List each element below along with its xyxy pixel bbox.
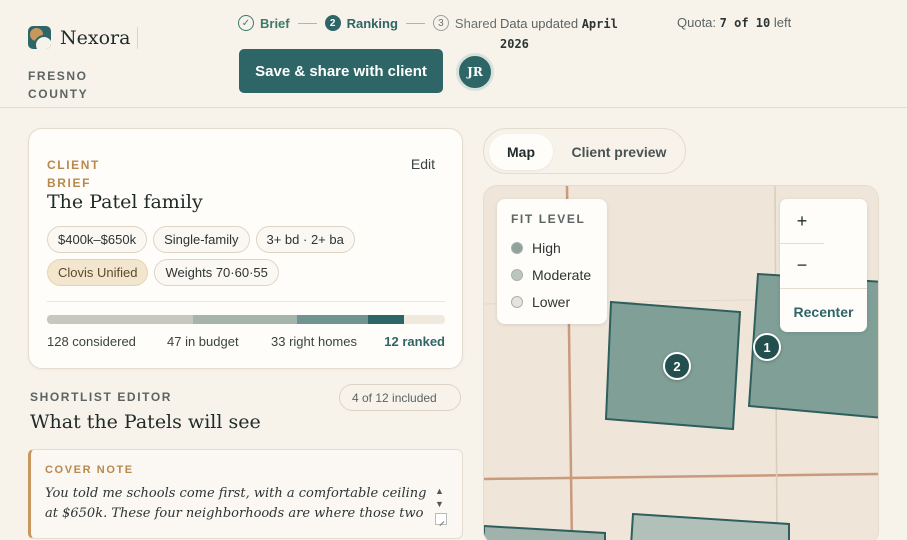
legend-label: Moderate <box>532 267 592 283</box>
step-number: 3 <box>432 15 449 31</box>
cover-note-card: COVER NOTE You told me schools come firs… <box>28 449 463 539</box>
legend-dot-icon <box>511 242 523 254</box>
chip-property-type: Single-family <box>153 226 250 253</box>
scroll-down-icon[interactable]: ▼ <box>435 499 444 509</box>
cover-note-eyebrow: COVER NOTE <box>45 464 134 476</box>
divider <box>780 288 867 289</box>
logo[interactable]: Nexora <box>28 26 130 49</box>
step-separator <box>405 22 425 24</box>
funnel-segment-in-budget <box>193 315 297 324</box>
top-header: Nexora FRESNO COUNTY ✓ Brief 2 Ranking 3… <box>0 0 907 108</box>
check-icon: ✓ <box>238 15 254 31</box>
quota-prefix: Quota: <box>677 15 717 30</box>
legend-item-lower: Lower <box>511 294 570 310</box>
data-updated-prefix: Data updated <box>500 16 579 31</box>
map-controls: + − Recenter <box>780 199 867 332</box>
chip-school-district: Clovis Unified <box>47 259 149 286</box>
funnel-segment-ranked <box>368 315 404 324</box>
region-label: FRESNO COUNTY <box>28 69 89 101</box>
resize-handle-icon[interactable] <box>435 513 447 525</box>
map-canvas[interactable]: FIT LEVEL High Moderate Lower + − Recent… <box>483 185 879 540</box>
divider <box>47 301 445 302</box>
legend-item-high: High <box>511 240 561 256</box>
shortlist-eyebrow: SHORTLIST EDITOR <box>30 390 173 404</box>
legend-label: High <box>532 240 561 256</box>
included-count-badge: 4 of 12 included <box>339 384 461 411</box>
client-brief-card: CLIENT BRIEF Edit The Patel family $400k… <box>28 128 463 369</box>
step-label: Brief <box>260 15 290 31</box>
quota-value: 7 of 10 <box>719 16 771 30</box>
progress-steps: ✓ Brief 2 Ranking 3 Shared <box>238 15 497 31</box>
cover-note-textarea[interactable]: You told me schools come first, with a c… <box>45 484 439 530</box>
tab-map[interactable]: Map <box>489 134 553 170</box>
funnel-in-budget: 47 in budget <box>167 334 239 349</box>
chip-beds-baths: 3+ bd · 2+ ba <box>255 226 355 253</box>
funnel-bar <box>47 315 445 324</box>
app-name: Nexora <box>60 26 131 49</box>
funnel-segment-right-homes <box>296 315 369 324</box>
tab-client-preview[interactable]: Client preview <box>564 134 674 170</box>
divider <box>137 27 138 49</box>
save-share-button[interactable]: Save & share with client <box>239 49 443 93</box>
chip-budget: $400k–$650k <box>47 226 148 253</box>
view-tabs: Map Client preview <box>483 128 686 174</box>
avatar[interactable]: JR <box>456 53 494 91</box>
step-separator <box>297 22 317 24</box>
funnel-right-homes: 33 right homes <box>271 334 357 349</box>
recenter-button[interactable]: Recenter <box>780 298 867 326</box>
map-pin-1[interactable]: 1 <box>753 333 781 361</box>
funnel-considered: 128 considered <box>47 334 136 349</box>
legend-label: Lower <box>532 294 571 310</box>
step-shared[interactable]: 3 Shared <box>432 15 497 31</box>
legend-dot-icon <box>511 269 523 281</box>
funnel-segment-considered <box>47 315 194 324</box>
criteria-chips: $400k–$650k Single-family 3+ bd · 2+ ba … <box>47 226 457 286</box>
quota-suffix: left <box>773 15 792 30</box>
shortlist-title: What the Patels will see <box>30 411 261 433</box>
legend-dot-icon <box>511 296 523 308</box>
quota: Quota: 7 of 10 left <box>677 15 791 30</box>
zoom-out-button[interactable]: − <box>780 243 824 287</box>
client-name: The Patel family <box>47 191 203 213</box>
step-ranking[interactable]: 2 Ranking <box>324 15 398 31</box>
logo-mark-icon <box>28 26 51 49</box>
zoom-in-button[interactable]: + <box>780 199 824 243</box>
step-label: Ranking <box>346 15 398 31</box>
funnel-ranked: 12 ranked <box>384 334 445 349</box>
chip-weights: Weights 70·60·55 <box>154 259 279 286</box>
step-label: Shared <box>454 15 497 31</box>
legend-item-moderate: Moderate <box>511 267 591 283</box>
step-number: 2 <box>324 15 341 31</box>
brief-eyebrow: CLIENT BRIEF <box>47 158 100 190</box>
scroll-up-icon[interactable]: ▲ <box>435 486 444 496</box>
data-updated: Data updated April 2026 <box>500 14 650 54</box>
edit-brief-button[interactable]: Edit <box>411 156 435 172</box>
step-brief[interactable]: ✓ Brief <box>238 15 290 31</box>
fit-level-legend: FIT LEVEL High Moderate Lower <box>497 199 607 324</box>
legend-title: FIT LEVEL <box>511 212 586 226</box>
map-pin-2[interactable]: 2 <box>663 352 691 380</box>
